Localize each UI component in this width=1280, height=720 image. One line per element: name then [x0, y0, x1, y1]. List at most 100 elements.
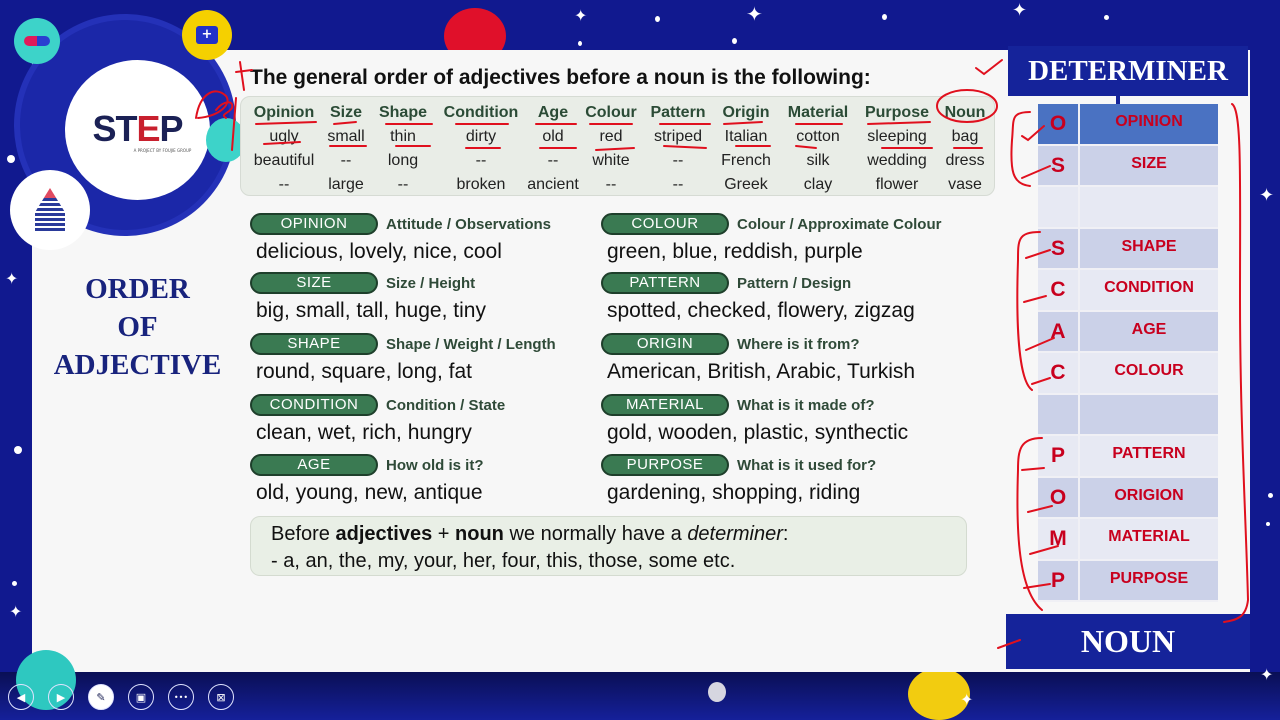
order-letter: [1038, 187, 1080, 229]
end-show-button[interactable]: ⊠: [208, 684, 234, 710]
order-letter: S: [1038, 145, 1080, 187]
category-block: OPINION Attitude / Observations deliciou…: [250, 212, 551, 268]
star-icon: ✦: [1259, 185, 1275, 206]
table-cell: French: [721, 152, 771, 169]
next-slide-button[interactable]: ▶: [48, 684, 74, 710]
category-description: Pattern / Design: [737, 274, 852, 292]
order-row: C CONDITION: [1038, 270, 1218, 312]
table-cell: cotton: [796, 128, 840, 145]
category-examples: gold, wooden, plastic, synthectic: [607, 421, 909, 444]
category-row: AGE How old is it?: [250, 453, 484, 477]
category-pill: SHAPE: [250, 333, 378, 355]
table-cell: --: [475, 152, 487, 169]
order-label: ORIGION: [1080, 477, 1218, 519]
category-row: ORIGIN Where is it from?: [601, 332, 915, 356]
more-options-button[interactable]: •••: [168, 684, 194, 710]
category-examples: clean, wet, rich, hungry: [256, 421, 472, 444]
table-cell: striped: [653, 128, 703, 145]
category-examples: delicious, lovely, nice, cool: [256, 240, 502, 263]
adjective-column: Pattern striped -- --: [643, 101, 713, 197]
table-cell: long: [387, 152, 419, 169]
table-cell: bag: [951, 128, 979, 145]
category-description: Attitude / Observations: [386, 215, 552, 233]
star-dot: [882, 14, 887, 20]
order-letter: [1038, 394, 1080, 436]
previous-icon: ◀: [16, 690, 26, 704]
star-dot: [1266, 522, 1270, 526]
order-letter: M: [1038, 519, 1080, 561]
tower-icon: [35, 188, 65, 232]
note-italic: determiner: [687, 523, 783, 545]
column-header: Shape: [378, 104, 427, 121]
previous-slide-button[interactable]: ◀: [8, 684, 34, 710]
star-dot: [14, 446, 22, 454]
order-row: S SIZE: [1038, 145, 1218, 187]
logo-e: E: [136, 107, 160, 149]
star-icon: ✦: [574, 6, 588, 25]
determiner-header: DETERMINER: [1008, 46, 1248, 96]
category-pill: CONDITION: [250, 394, 378, 416]
category-block: ORIGIN Where is it from? American, Briti…: [601, 332, 915, 388]
column-header: Material: [787, 104, 849, 121]
column-header: Age: [537, 104, 569, 121]
order-row: [1038, 187, 1218, 229]
order-row: P PATTERN: [1038, 436, 1218, 478]
category-pill: AGE: [250, 454, 378, 476]
category-examples: gardening, shopping, riding: [607, 481, 861, 504]
star-icon: ✦: [960, 690, 974, 709]
category-row: MATERIAL What is it made of?: [601, 393, 908, 417]
category-row: PATTERN Pattern / Design: [601, 271, 915, 295]
order-row: O OPINION: [1038, 104, 1218, 146]
table-cell: --: [397, 176, 409, 193]
order-row: P PURPOSE: [1038, 560, 1218, 602]
category-block: CONDITION Condition / State clean, wet, …: [250, 393, 505, 449]
category-examples: green, blue, reddish, purple: [607, 240, 863, 263]
category-row: PURPOSE What is it used for?: [601, 453, 876, 477]
category-description: How old is it?: [386, 456, 484, 474]
order-letter: S: [1038, 228, 1080, 270]
connector-line: [1116, 96, 1120, 104]
adjective-column: Condition dirty -- broken: [436, 101, 526, 197]
table-cell: dress: [945, 152, 985, 169]
step-logo: STEP A PROJECT BY FOUJIE GROUP: [65, 60, 210, 200]
school-badge: [10, 170, 90, 250]
order-letter: P: [1038, 560, 1080, 602]
star-icon: ✦: [1260, 665, 1274, 684]
table-cell: small: [327, 128, 365, 145]
noun-footer: NOUN: [1006, 614, 1250, 669]
category-description: What is it used for?: [737, 456, 877, 474]
logo-prefix: ST: [92, 107, 137, 149]
screen-button[interactable]: ▣: [128, 684, 154, 710]
order-label: SIZE: [1080, 145, 1218, 187]
adjective-column: Opinion ugly beautiful --: [245, 101, 323, 197]
column-header: Size: [329, 104, 362, 121]
category-description: Size / Height: [386, 274, 476, 292]
pen-icon: ✎: [96, 690, 106, 704]
adjective-column: Noun bag dress vase: [938, 101, 992, 197]
note-bold: adjectives: [335, 523, 433, 545]
order-label: [1080, 187, 1218, 229]
category-examples: spotted, checked, flowery, zigzag: [607, 299, 915, 322]
slideshow-controls: ◀ ▶ ✎ ▣ ••• ⊠: [0, 684, 260, 714]
star-dot: [12, 581, 17, 586]
table-cell: broken: [456, 176, 506, 193]
category-block: SIZE Size / Height big, small, tall, hug…: [250, 271, 486, 327]
star-dot: [732, 38, 737, 44]
column-header: Colour: [585, 104, 637, 121]
logo-tagline: A PROJECT BY FOUJIE GROUP: [133, 147, 192, 153]
step-logo-text: STEP: [92, 107, 183, 150]
grey-moon: [708, 682, 726, 702]
next-icon: ▶: [56, 690, 66, 704]
order-of-adjective-title: ORDER OF ADJECTIVE: [40, 270, 235, 384]
category-row: COLOUR Colour / Approximate Colour: [601, 212, 941, 236]
order-row: O ORIGION: [1038, 477, 1218, 519]
table-cell: white: [592, 152, 630, 169]
order-label: PATTERN: [1080, 436, 1218, 478]
pen-tool-button[interactable]: ✎: [88, 684, 114, 710]
category-block: PURPOSE What is it used for? gardening, …: [601, 453, 876, 509]
note-line-2: - a, an, the, my, your, her, four, this,…: [271, 550, 736, 572]
column-header: Noun: [944, 104, 986, 121]
order-row: [1038, 394, 1218, 436]
order-row: M MATERIAL: [1038, 519, 1218, 561]
table-cell: --: [672, 152, 684, 169]
